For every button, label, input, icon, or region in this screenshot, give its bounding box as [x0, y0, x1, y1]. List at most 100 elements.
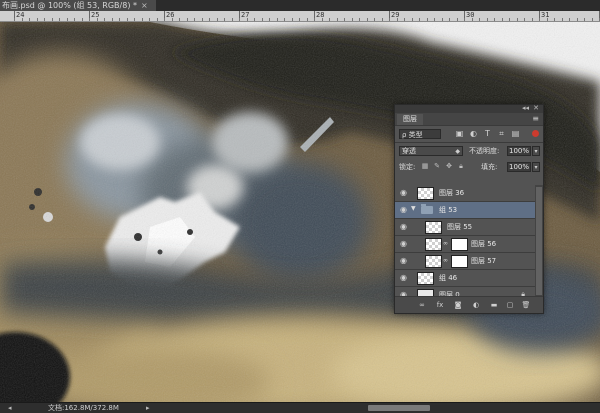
- ruler-minor-tick: [269, 18, 270, 21]
- fx-icon[interactable]: fx: [435, 300, 445, 310]
- fill-field[interactable]: 100%: [507, 162, 531, 172]
- layer-row[interactable]: ◉ 图层 36: [395, 185, 535, 202]
- ruler-minor-tick: [539, 18, 540, 21]
- blend-mode-select[interactable]: 穿透 ◆: [399, 146, 463, 156]
- new-group-icon[interactable]: ▬: [489, 300, 499, 310]
- ruler-minor-tick: [494, 18, 495, 21]
- ruler-minor-tick: [194, 18, 195, 21]
- layer-thumbnail: [417, 272, 434, 285]
- smart-object-filter-icon[interactable]: ▤: [511, 129, 520, 138]
- panel-tabs: 图层 ≡: [395, 113, 543, 126]
- ruler-minor-tick: [74, 18, 75, 21]
- ruler-minor-tick: [217, 18, 218, 21]
- ruler-minor-tick: [97, 18, 98, 21]
- trash-icon[interactable]: 🗑︎: [521, 300, 531, 310]
- lock-pixels-icon[interactable]: ✎: [433, 162, 441, 171]
- panel-menu-icon[interactable]: ≡: [532, 114, 539, 124]
- adjustment-filter-icon[interactable]: ◐: [469, 129, 478, 138]
- add-mask-icon[interactable]: ◙: [453, 300, 463, 310]
- chain-link-icon[interactable]: ∞: [443, 257, 448, 264]
- pixel-filter-icon[interactable]: ▣: [455, 129, 464, 138]
- visibility-eye-icon[interactable]: ◉: [400, 274, 407, 282]
- ruler-minor-tick: [517, 18, 518, 21]
- layer-thumbnail: [425, 221, 442, 234]
- filter-kind-select[interactable]: ρ 类型: [399, 129, 441, 139]
- ruler-minor-tick: [524, 18, 525, 21]
- ruler-label: 28: [316, 11, 325, 19]
- visibility-eye-icon[interactable]: ◉: [400, 240, 407, 248]
- document-tab-title: 布画.psd @ 100% (组 53, RGB/8) *: [2, 1, 137, 10]
- filter-toggle-icon[interactable]: [532, 130, 539, 137]
- ruler-minor-tick: [487, 18, 488, 21]
- ruler-minor-tick: [562, 18, 563, 21]
- ruler-minor-tick: [52, 18, 53, 21]
- link-layers-icon[interactable]: ∞: [417, 300, 427, 310]
- lock-position-icon[interactable]: ✥: [445, 162, 453, 171]
- layer-thumbnail: [417, 187, 434, 200]
- close-tab-icon[interactable]: ×: [141, 1, 148, 10]
- collapse-panel-icon[interactable]: ◂◂: [522, 104, 529, 112]
- ruler-minor-tick: [119, 18, 120, 21]
- fill-dropdown-icon[interactable]: ▾: [532, 162, 540, 172]
- layer-row[interactable]: ◉ ∞ 图层 57: [395, 253, 535, 270]
- ruler-minor-tick: [29, 18, 30, 21]
- ruler-minor-tick: [262, 18, 263, 21]
- tab-layers[interactable]: 图层: [397, 114, 423, 125]
- type-filter-icon[interactable]: T: [483, 129, 492, 138]
- panel-titlebar[interactable]: ◂◂ ✕: [395, 104, 543, 113]
- ruler-minor-tick: [434, 18, 435, 21]
- ruler-minor-tick: [547, 18, 548, 21]
- ruler-minor-tick: [254, 18, 255, 21]
- ruler-minor-tick: [419, 18, 420, 21]
- layer-list-scrollbar[interactable]: [535, 185, 543, 299]
- opacity-dropdown-icon[interactable]: ▾: [532, 146, 540, 156]
- ruler-minor-tick: [367, 18, 368, 21]
- close-panel-icon[interactable]: ✕: [533, 104, 539, 112]
- ruler-minor-tick: [59, 18, 60, 21]
- adjustment-layer-icon[interactable]: ◐: [471, 300, 481, 310]
- layer-name: 图层 56: [471, 240, 497, 248]
- ruler-minor-tick: [127, 18, 128, 21]
- opacity-field[interactable]: 100%: [507, 146, 531, 156]
- visibility-eye-icon[interactable]: ◉: [400, 189, 407, 197]
- ruler-minor-tick: [592, 18, 593, 21]
- ruler-minor-tick: [584, 18, 585, 21]
- blend-mode-value: 穿透: [402, 147, 416, 155]
- ruler-minor-tick: [247, 18, 248, 21]
- expand-group-icon[interactable]: ▼: [411, 205, 416, 212]
- status-bar: ◂ 文档:162.8M/372.8M ▸: [0, 402, 600, 413]
- lock-all-icon[interactable]: 🔒︎: [457, 162, 465, 171]
- ruler-minor-tick: [442, 18, 443, 21]
- folder-icon: [421, 204, 433, 214]
- ruler-minor-tick: [277, 18, 278, 21]
- layer-mask-thumbnail[interactable]: [451, 255, 468, 268]
- new-layer-icon[interactable]: ▢: [505, 300, 515, 310]
- visibility-eye-icon[interactable]: ◉: [400, 257, 407, 265]
- fill-label: 填充:: [481, 163, 498, 171]
- ruler-minor-tick: [307, 18, 308, 21]
- chain-link-icon[interactable]: ∞: [443, 240, 448, 247]
- layer-row[interactable]: ◉ ▼ 组 53: [395, 202, 535, 219]
- ruler-minor-tick: [104, 18, 105, 21]
- ruler-minor-tick: [344, 18, 345, 21]
- horizontal-scrollbar-thumb[interactable]: [368, 405, 430, 411]
- ruler-minor-tick: [322, 18, 323, 21]
- ruler-minor-tick: [284, 18, 285, 21]
- layer-name: 组 53: [439, 206, 458, 214]
- lock-transparency-icon[interactable]: ▦: [421, 162, 429, 171]
- visibility-eye-icon[interactable]: ◉: [400, 223, 407, 231]
- ruler-minor-tick: [44, 18, 45, 21]
- blend-opacity-row: 穿透 ◆ 不透明度: 100% ▾: [395, 143, 543, 159]
- layer-row[interactable]: ◉ ∞ 图层 56: [395, 236, 535, 253]
- ruler-minor-tick: [22, 18, 23, 21]
- ruler-minor-tick: [202, 18, 203, 21]
- document-tab[interactable]: 布画.psd @ 100% (组 53, RGB/8) * ×: [0, 0, 156, 11]
- ruler-minor-tick: [457, 18, 458, 21]
- visibility-eye-icon[interactable]: ◉: [400, 206, 407, 214]
- ruler-minor-tick: [569, 18, 570, 21]
- layer-mask-thumbnail[interactable]: [451, 238, 468, 251]
- layer-name: 图层 36: [439, 189, 465, 197]
- shape-filter-icon[interactable]: ⌗: [497, 129, 506, 138]
- layer-row[interactable]: ◉ 图层 55: [395, 219, 535, 236]
- layer-row[interactable]: ◉ 组 46: [395, 270, 535, 287]
